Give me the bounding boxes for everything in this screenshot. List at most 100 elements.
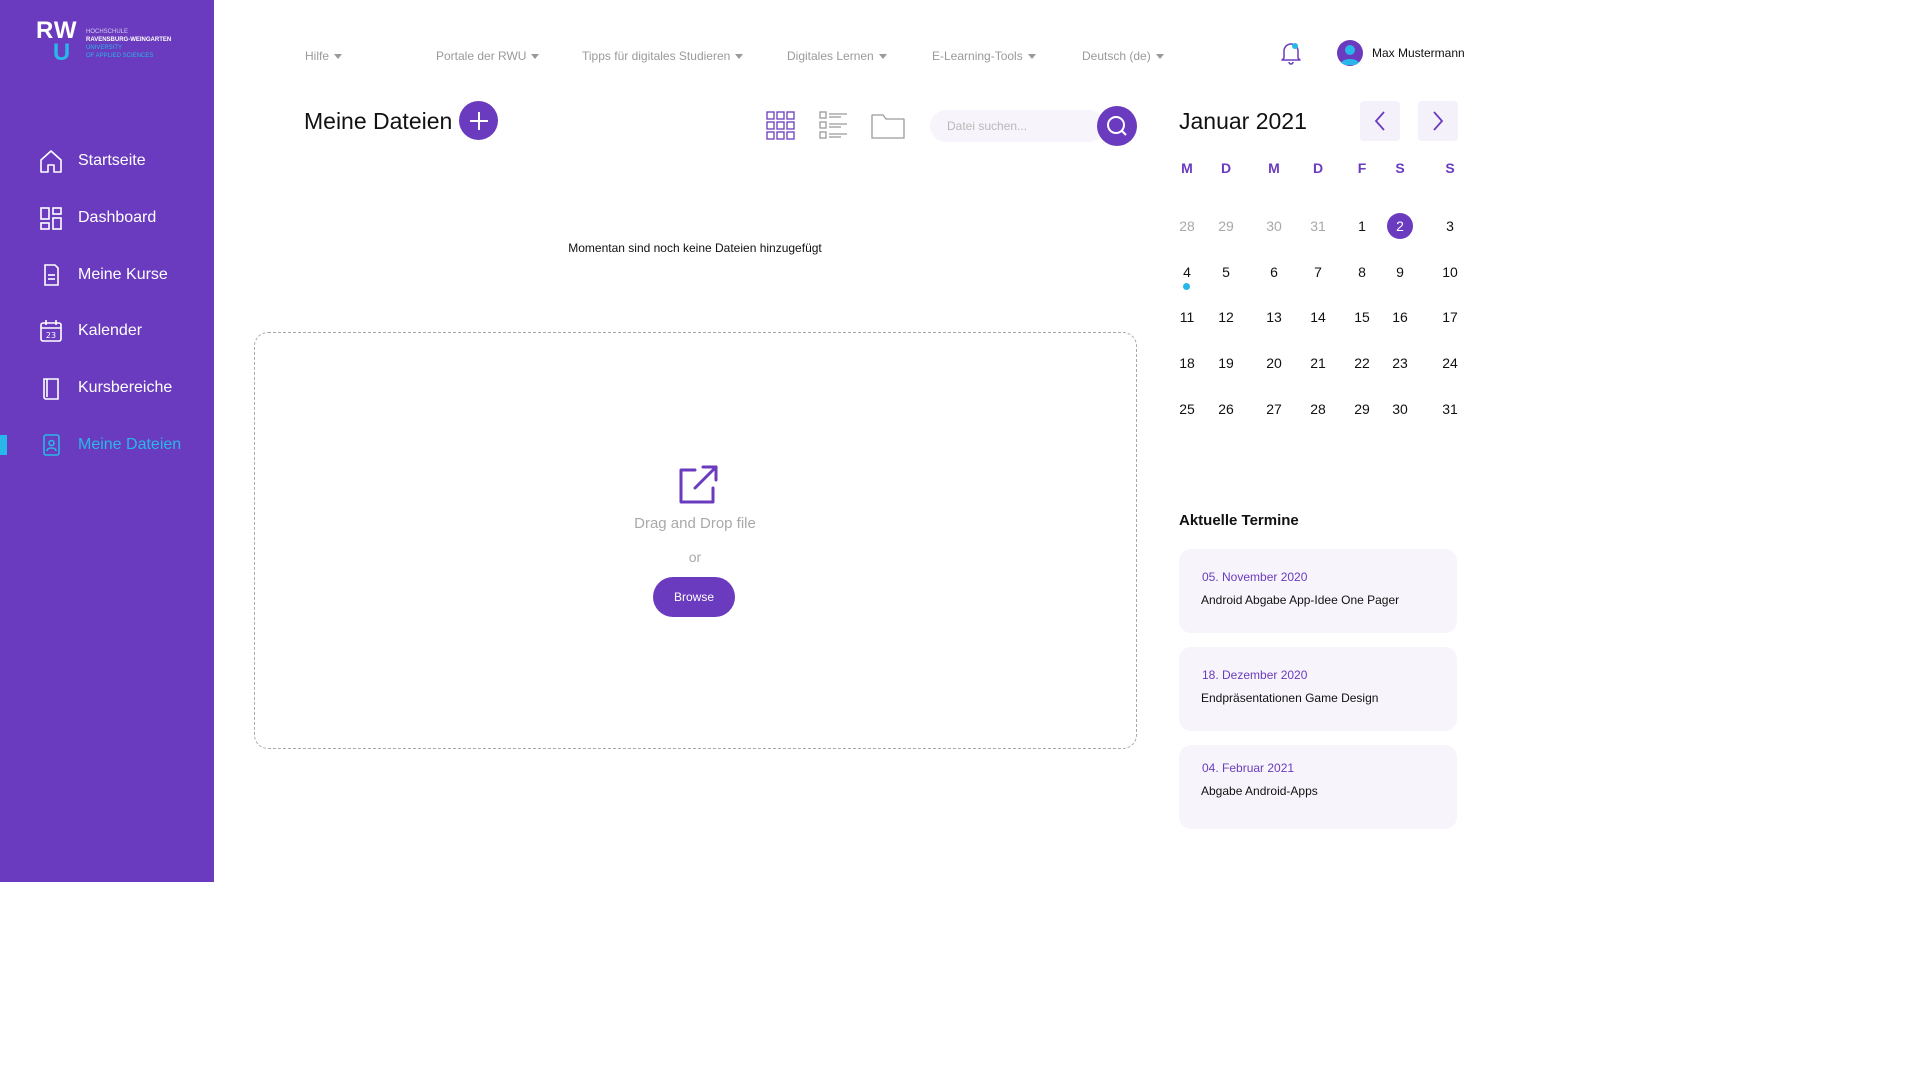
- sidebar: RW U HOCHSCHULE RAVENSBURG-WEINGARTEN UN…: [0, 0, 214, 882]
- calendar-day[interactable]: 23: [1387, 350, 1413, 376]
- termine-title: Aktuelle Termine: [1179, 512, 1299, 529]
- calendar-next-button[interactable]: [1418, 101, 1458, 141]
- book-icon: [38, 375, 64, 401]
- calendar-day[interactable]: 1: [1349, 213, 1375, 239]
- page-title: Meine Dateien: [304, 108, 453, 134]
- add-file-button[interactable]: [459, 101, 498, 140]
- logo-line-2: RAVENSBURG-WEINGARTEN: [86, 37, 172, 43]
- calendar-day[interactable]: 7: [1305, 259, 1331, 285]
- browse-button[interactable]: Browse: [653, 577, 735, 617]
- notification-bell-icon[interactable]: [1279, 40, 1303, 70]
- topnav-language[interactable]: Deutsch (de): [1082, 49, 1164, 63]
- termin-title: Abgabe Android-Apps: [1201, 784, 1318, 798]
- document-icon: [38, 262, 64, 288]
- logo-line-3: UNIVERSITY: [86, 45, 123, 51]
- calendar-day[interactable]: 22: [1349, 350, 1375, 376]
- sidebar-item-label: Kalender: [78, 322, 143, 339]
- sidebar-item-meine-dateien[interactable]: Meine Dateien: [38, 430, 208, 460]
- calendar-day[interactable]: 15: [1349, 304, 1375, 330]
- active-indicator: [0, 435, 7, 455]
- list-view-icon[interactable]: [819, 111, 848, 144]
- calendar-day[interactable]: 11: [1174, 304, 1200, 330]
- calendar-day[interactable]: 8: [1349, 259, 1375, 285]
- calendar-day[interactable]: 16: [1387, 304, 1413, 330]
- empty-files-message: Momentan sind noch keine Dateien hinzuge…: [568, 241, 822, 255]
- calendar-day[interactable]: 21: [1305, 350, 1331, 376]
- search-input[interactable]: [947, 110, 1097, 142]
- termin-date: 05. November 2020: [1202, 570, 1308, 584]
- calendar-day[interactable]: 30: [1261, 213, 1287, 239]
- topnav-hilfe[interactable]: Hilfe: [305, 49, 343, 63]
- calendar-day[interactable]: 24: [1437, 350, 1463, 376]
- calendar-day[interactable]: 20: [1261, 350, 1287, 376]
- weekday-label: D: [1220, 160, 1232, 176]
- calendar-day[interactable]: 29: [1349, 396, 1375, 422]
- topnav-digitales-lernen[interactable]: Digitales Lernen: [787, 49, 887, 63]
- calendar-day[interactable]: 6: [1261, 259, 1287, 285]
- search-button[interactable]: [1097, 106, 1137, 146]
- sidebar-item-meine-kurse[interactable]: Meine Kurse: [38, 260, 208, 290]
- folder-icon[interactable]: [870, 111, 906, 144]
- calendar-day[interactable]: 12: [1213, 304, 1239, 330]
- topnav-label: Deutsch (de): [1082, 49, 1151, 63]
- search-icon: [1107, 116, 1127, 136]
- logo-line-4: OF APPLIED SCIENCES: [86, 53, 154, 59]
- topnav-label: Hilfe: [305, 49, 330, 63]
- chevron-down-icon: [878, 53, 887, 59]
- weekday-label: F: [1357, 160, 1367, 176]
- topnav-elearning-tools[interactable]: E-Learning-Tools: [932, 49, 1036, 63]
- chevron-down-icon: [334, 53, 343, 59]
- weekday-label: S: [1395, 160, 1405, 176]
- calendar-day[interactable]: 31: [1437, 396, 1463, 422]
- dashboard-icon: [38, 205, 64, 231]
- dropzone-or: or: [688, 549, 702, 565]
- calendar-day[interactable]: 9: [1387, 259, 1413, 285]
- calendar-day[interactable]: 5: [1213, 259, 1239, 285]
- calendar-day[interactable]: 28: [1174, 213, 1200, 239]
- termin-card[interactable]: 05. November 2020 Android Abgabe App-Ide…: [1179, 549, 1457, 633]
- logo-text: HOCHSCHULE RAVENSBURG-WEINGARTEN UNIVERS…: [86, 28, 186, 60]
- calendar-day[interactable]: 28: [1305, 396, 1331, 422]
- termin-card[interactable]: 04. Februar 2021 Abgabe Android-Apps: [1179, 745, 1457, 829]
- calendar-day[interactable]: 14: [1305, 304, 1331, 330]
- grid-view-icon[interactable]: [766, 111, 795, 144]
- termin-title: Android Abgabe App-Idee One Pager: [1201, 593, 1400, 607]
- termin-card[interactable]: 18. Dezember 2020 Endpräsentationen Game…: [1179, 647, 1457, 731]
- calendar-day[interactable]: 26: [1213, 396, 1239, 422]
- calendar-day[interactable]: 10: [1437, 259, 1463, 285]
- calendar-day[interactable]: 13: [1261, 304, 1287, 330]
- topnav-portale[interactable]: Portale der RWU: [436, 49, 540, 63]
- calendar-icon: 23: [38, 318, 64, 344]
- file-dropzone[interactable]: [254, 332, 1137, 749]
- sidebar-item-kalender[interactable]: 23 Kalender: [38, 316, 208, 346]
- sidebar-item-startseite[interactable]: Startseite: [38, 146, 208, 176]
- logo-line-1: HOCHSCHULE: [86, 29, 129, 35]
- logo-mark-bottom: U: [52, 39, 72, 66]
- user-menu[interactable]: Max Mustermann: [1337, 40, 1465, 66]
- sidebar-item-kursbereiche[interactable]: Kursbereiche: [38, 373, 208, 403]
- sidebar-item-label: Kursbereiche: [78, 379, 173, 396]
- calendar-day[interactable]: 17: [1437, 304, 1463, 330]
- calendar-day[interactable]: 29: [1213, 213, 1239, 239]
- chevron-down-icon: [1027, 53, 1036, 59]
- avatar: [1337, 40, 1363, 66]
- sidebar-item-dashboard[interactable]: Dashboard: [38, 203, 208, 233]
- termin-date: 18. Dezember 2020: [1202, 668, 1308, 682]
- calendar-day[interactable]: 19: [1213, 350, 1239, 376]
- topnav-tipps[interactable]: Tipps für digitales Studieren: [582, 49, 744, 63]
- calendar-day[interactable]: 18: [1174, 350, 1200, 376]
- calendar-day[interactable]: 27: [1261, 396, 1287, 422]
- calendar-day[interactable]: 30: [1387, 396, 1413, 422]
- termin-title: Endpräsentationen Game Design: [1201, 691, 1379, 705]
- calendar-day[interactable]: 4: [1174, 259, 1200, 285]
- calendar-day[interactable]: 3: [1437, 213, 1463, 239]
- calendar-day[interactable]: 2: [1387, 213, 1413, 239]
- calendar-day[interactable]: 31: [1305, 213, 1331, 239]
- calendar-month-title: Januar 2021: [1179, 108, 1307, 134]
- sidebar-item-label: Meine Kurse: [78, 266, 168, 283]
- calendar-prev-button[interactable]: [1360, 101, 1400, 141]
- topnav-label: Portale der RWU: [436, 49, 527, 63]
- search-box: [930, 110, 1105, 142]
- topnav-label: Tipps für digitales Studieren: [582, 49, 731, 63]
- calendar-day[interactable]: 25: [1174, 396, 1200, 422]
